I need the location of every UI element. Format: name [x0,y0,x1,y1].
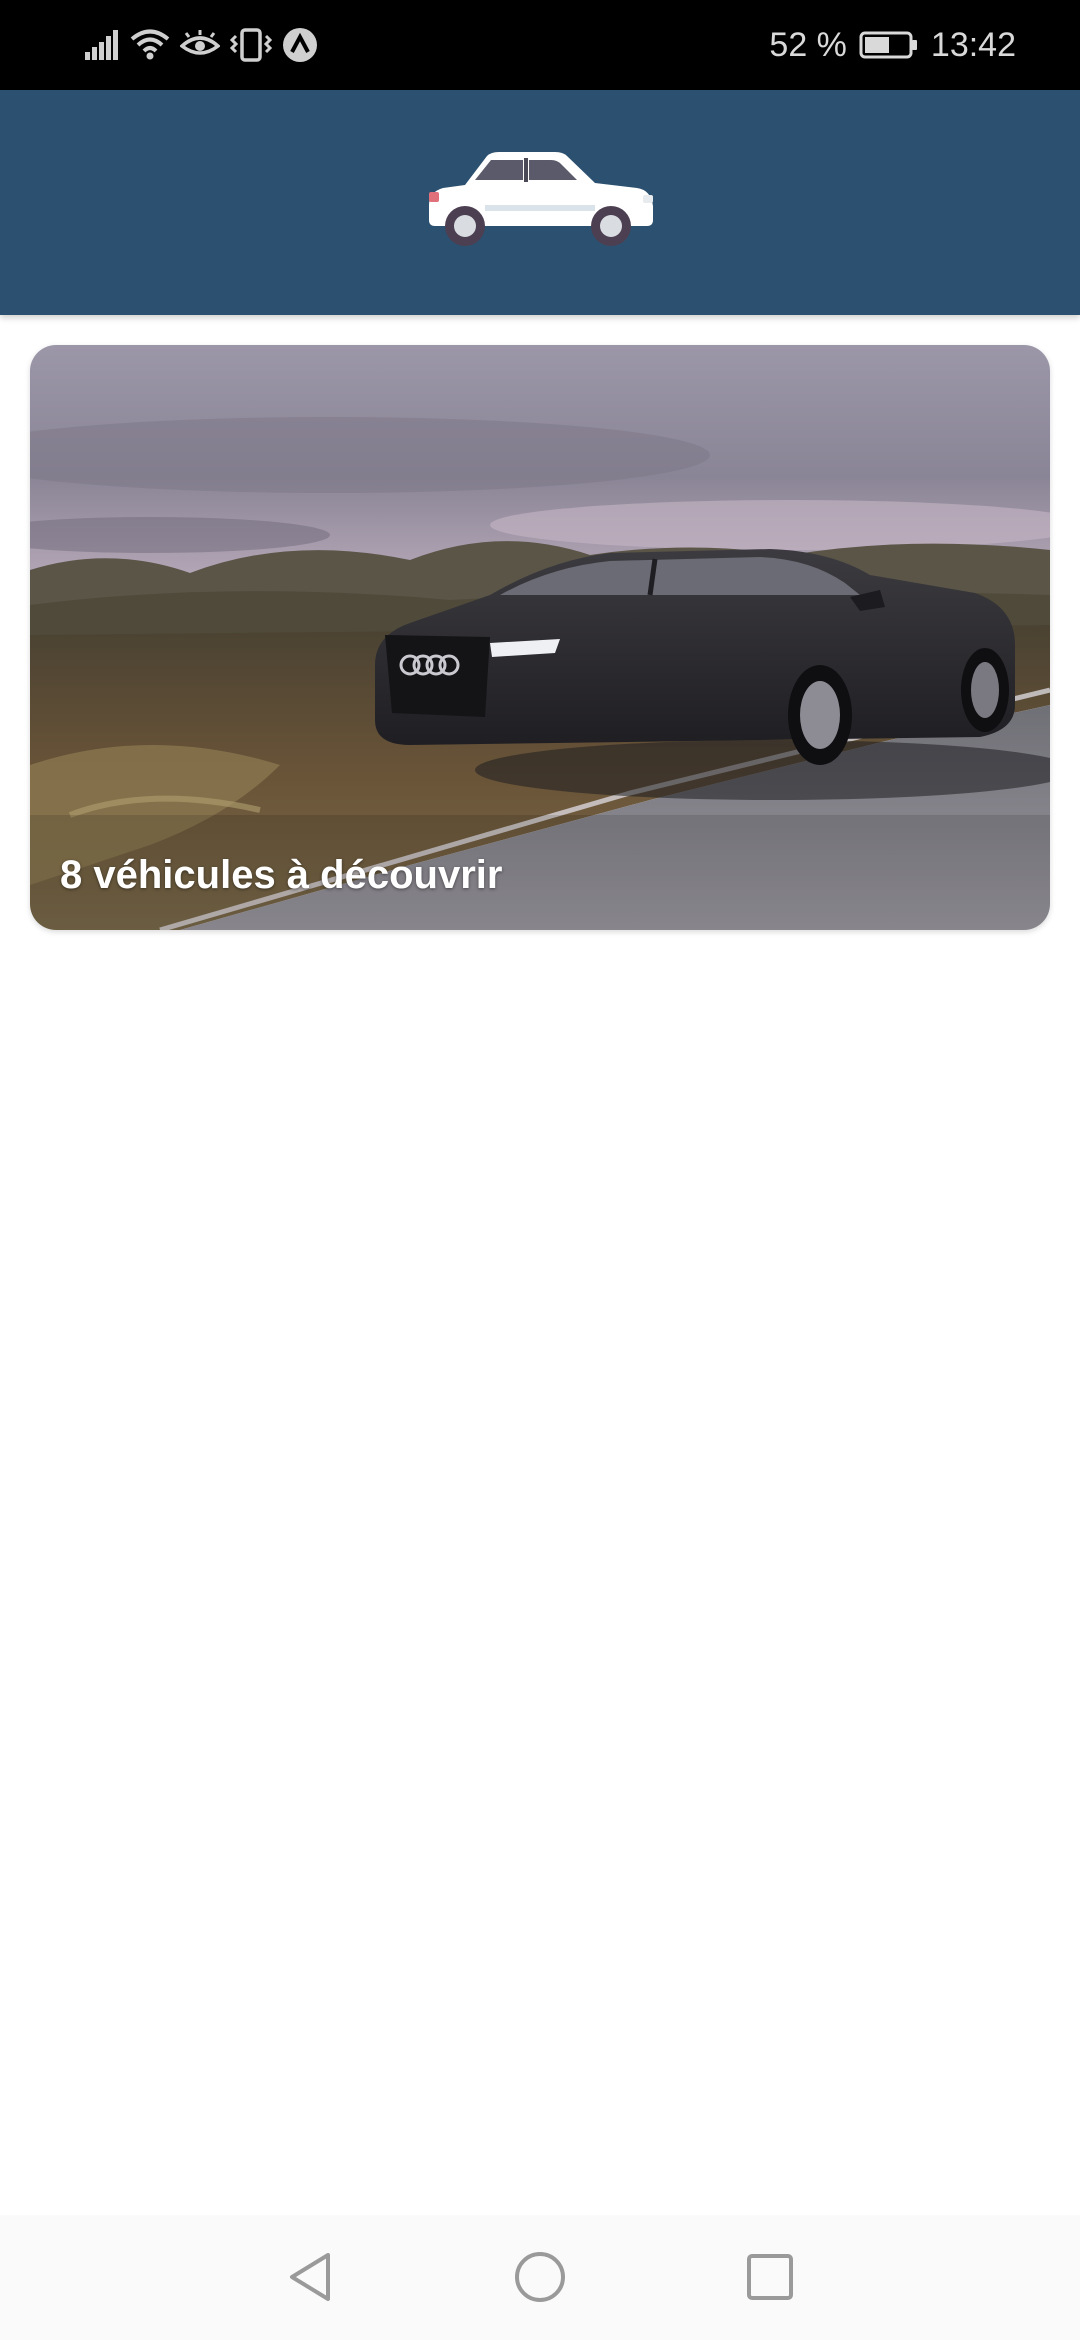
battery-icon [859,31,917,59]
status-icons-right: 52 % 13:42 [769,22,1016,68]
navigation-bar [0,2215,1080,2340]
app-notification-icon [283,28,317,62]
app-header [0,90,1080,315]
wifi-icon [130,29,170,60]
home-icon[interactable] [510,2247,570,2307]
vibrate-icon [230,28,272,62]
eye-icon [180,30,220,55]
car-landscape-image [30,345,1050,930]
car-icon [429,152,653,246]
status-bar: 52 % 13:42 [0,0,1080,90]
status-icons-left [84,22,318,68]
back-icon[interactable] [280,2247,340,2307]
vehicles-count-label: 8 véhicules à découvrir [60,853,503,897]
clock: 13:42 [930,25,1016,64]
recents-icon[interactable] [740,2247,800,2307]
signal-icon [85,30,118,60]
battery-percent: 52 % [769,25,847,64]
vehicles-card[interactable]: 8 véhicules à découvrir [30,345,1050,930]
